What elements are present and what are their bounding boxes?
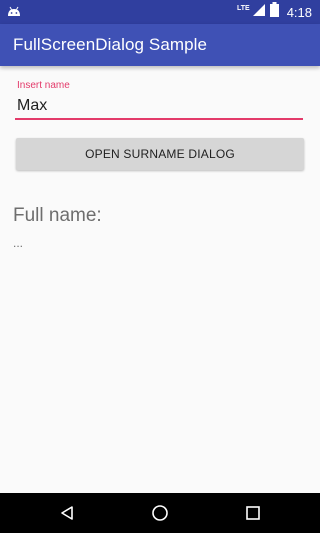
app-bar: FullScreenDialog Sample [0, 24, 320, 66]
network-type-label: LTE [236, 4, 250, 12]
back-icon[interactable] [56, 502, 78, 524]
open-surname-dialog-button[interactable]: OPEN SURNAME DIALOG [16, 138, 304, 170]
name-input[interactable] [15, 94, 303, 120]
full-name-label: Full name: [13, 205, 102, 226]
app-title: FullScreenDialog Sample [13, 35, 208, 54]
full-name-value: ... [13, 236, 24, 250]
battery-icon [269, 2, 279, 22]
status-time: 4:18 [286, 4, 312, 20]
signal-icon [252, 3, 266, 22]
home-icon[interactable] [149, 502, 171, 524]
status-bar: LTE 4:18 [0, 0, 320, 24]
recents-icon[interactable] [242, 502, 264, 524]
navigation-bar [0, 493, 320, 533]
android-notification-icon [6, 4, 22, 20]
main-content: Insert name OPEN SURNAME DIALOG Full nam… [0, 66, 320, 493]
name-field-label: Insert name [17, 80, 70, 91]
